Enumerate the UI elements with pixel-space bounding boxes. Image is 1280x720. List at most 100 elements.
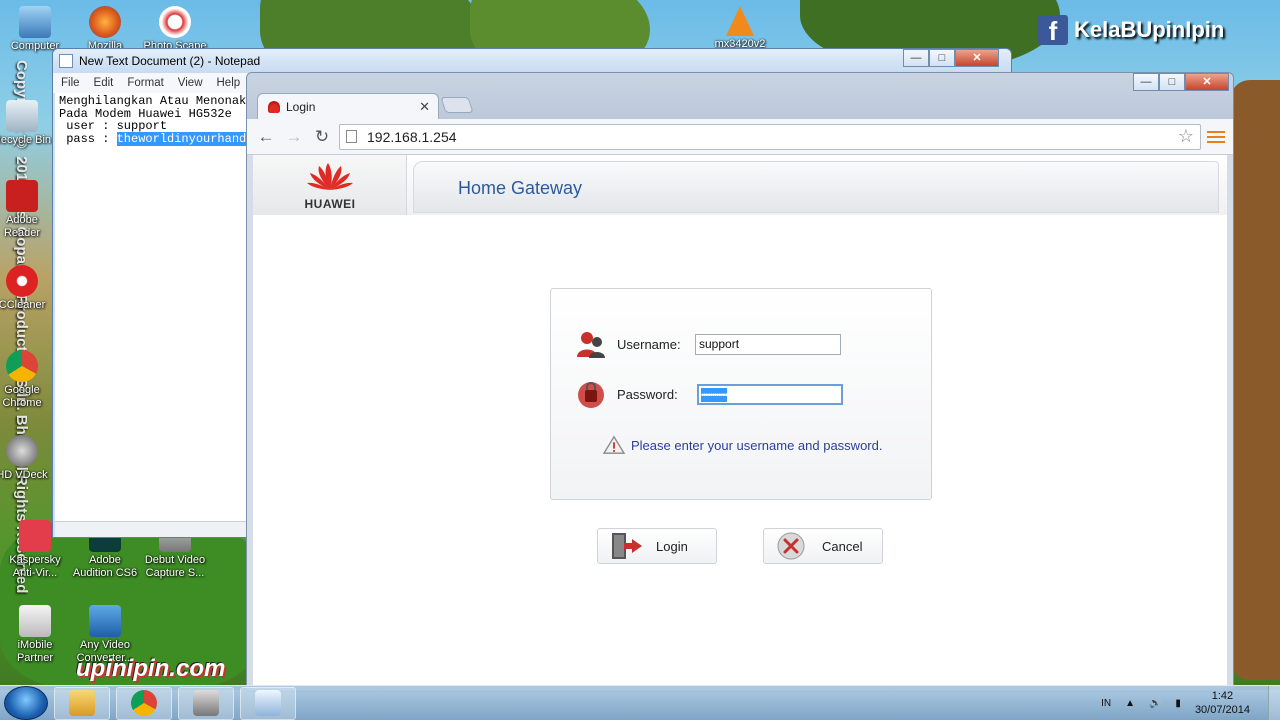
language-indicator[interactable]: IN (1101, 698, 1111, 709)
desktop-icon-label: Recycle Bin (0, 134, 52, 146)
username-label: Username: (617, 336, 681, 352)
clock-time: 1:42 (1211, 690, 1234, 702)
menu-help[interactable]: Help (217, 77, 241, 89)
tray-expand-icon[interactable]: ▲ (1125, 698, 1135, 709)
password-label: Password: (617, 386, 678, 402)
address-url: 192.168.1.254 (367, 128, 457, 145)
validation-message: Please enter your username and password. (601, 435, 882, 455)
notepad-icon (59, 54, 73, 68)
clock[interactable]: 1:42 30/07/2014 (1195, 689, 1250, 717)
router-login-page: HUAWEI Home Gateway Username: support Pa… (253, 155, 1227, 691)
menu-format[interactable]: Format (127, 77, 163, 89)
kaspersky-icon (19, 520, 51, 552)
upinipin-watermark: upinipin.com (76, 655, 226, 682)
login-panel: Username: support Password: •••••••••••• (550, 288, 932, 500)
reload-icon[interactable]: ↻ (311, 126, 333, 148)
maximize-button[interactable]: □ (929, 49, 955, 67)
notepad-titlebar[interactable]: New Text Document (2) - Notepad (53, 49, 1011, 73)
start-button[interactable] (4, 686, 48, 720)
mobile-partner-icon (19, 605, 51, 637)
desktop-icon-ccleaner[interactable]: CCleaner (0, 265, 52, 312)
login-button-label: Login (656, 538, 688, 554)
gateway-title-bar: Home Gateway (413, 161, 1219, 213)
tab-login[interactable]: Login ✕ (257, 93, 439, 119)
browser-window[interactable]: Login ✕ — □ ✕ ← → ↻ 192.168.1.254 ☆ HUAW… (246, 72, 1234, 692)
browser-tabstrip: Login ✕ — □ ✕ (247, 73, 1233, 119)
door-enter-icon (612, 533, 642, 559)
browser-toolbar: ← → ↻ 192.168.1.254 ☆ (247, 119, 1233, 155)
system-tray: IN ▲ 🔊 ▮ 1:42 30/07/2014 (1101, 689, 1268, 717)
ccleaner-icon (6, 265, 38, 297)
desktop-icon-vlc[interactable]: mx3420v2 (705, 6, 775, 51)
login-button[interactable]: Login (597, 528, 717, 564)
cancel-x-icon (777, 532, 805, 560)
huawei-favicon-icon (268, 100, 280, 113)
notepad-icon (255, 690, 281, 716)
maximize-button[interactable]: □ (1159, 73, 1185, 91)
browser-menu-icon[interactable] (1207, 126, 1225, 148)
menu-view[interactable]: View (178, 77, 203, 89)
clock-date: 30/07/2014 (1194, 704, 1250, 716)
new-tab-button[interactable] (440, 97, 474, 113)
folder-icon (69, 690, 95, 716)
taskbar: IN ▲ 🔊 ▮ 1:42 30/07/2014 (0, 685, 1280, 720)
background-trunk (1230, 80, 1280, 680)
firefox-icon (89, 6, 121, 38)
close-button[interactable]: ✕ (955, 49, 999, 67)
network-signal-icon[interactable]: ▮ (1175, 698, 1181, 709)
photoscape-icon (159, 6, 191, 38)
volume-icon[interactable]: 🔊 (1149, 698, 1161, 709)
chrome-icon (6, 350, 38, 382)
desktop-icon-recycle-bin[interactable]: Recycle Bin (0, 100, 52, 147)
recycle-bin-icon (6, 100, 38, 132)
tab-title: Login (286, 99, 316, 114)
cancel-button[interactable]: Cancel (763, 528, 883, 564)
minimize-button[interactable]: — (1133, 73, 1159, 91)
password-input[interactable]: •••••••••••• (697, 383, 843, 405)
menu-file[interactable]: File (61, 77, 80, 89)
menu-edit[interactable]: Edit (94, 77, 114, 89)
hd-vdeck-icon (6, 435, 38, 467)
browser-window-controls: — □ ✕ (1133, 73, 1229, 91)
facebook-icon: f (1038, 15, 1068, 46)
desktop-icon-label: HD VDeck (0, 469, 48, 481)
page-icon (346, 130, 357, 143)
minimize-button[interactable]: — (903, 49, 929, 67)
desktop-icon-photoscape[interactable]: Photo Scape (140, 6, 210, 53)
cancel-button-label: Cancel (822, 538, 863, 554)
taskbar-chrome[interactable] (116, 686, 172, 720)
desktop-icon-computer[interactable]: Computer (0, 6, 70, 53)
computer-icon (19, 6, 51, 38)
desktop-icon-label: Adobe Reader (3, 214, 41, 239)
validation-text: Please enter your username and password. (631, 437, 883, 453)
desktop-icon-label: iMobile Partner (16, 639, 54, 664)
show-desktop-button[interactable] (1268, 686, 1280, 720)
desktop-icon-mobile-partner[interactable]: iMobile Partner (0, 605, 70, 665)
taskbar-explorer[interactable] (54, 686, 110, 720)
desktop-icon-label: CCleaner (0, 299, 46, 311)
huawei-logo: HUAWEI (253, 155, 407, 215)
desktop-icon-chrome[interactable]: Google Chrome (0, 350, 52, 410)
desktop-icon-label: Google Chrome (2, 384, 42, 409)
notepad-title: New Text Document (2) - Notepad (79, 54, 261, 68)
warning-icon (602, 435, 626, 454)
desktop-icon-adobe-reader[interactable]: Adobe Reader (0, 180, 52, 240)
facebook-page-name: KelaBUpinIpin (1074, 17, 1225, 42)
selected-password-text: theworldinyourhand (116, 131, 247, 146)
adobe-reader-icon (6, 180, 38, 212)
bookmark-star-icon[interactable]: ☆ (1178, 126, 1194, 147)
back-arrow-icon[interactable]: ← (255, 126, 277, 148)
notepad-window-controls: — □ ✕ (903, 49, 999, 67)
desktop-icon-hd-vdeck[interactable]: HD VDeck (0, 435, 52, 482)
text-line-prefix: pass : (59, 131, 117, 146)
close-button[interactable]: ✕ (1185, 73, 1229, 91)
lock-icon (578, 382, 604, 408)
tab-close-icon[interactable]: ✕ (419, 99, 430, 115)
recorder-icon (193, 690, 219, 716)
chrome-icon (131, 690, 157, 716)
taskbar-screen-recorder[interactable] (178, 686, 234, 720)
taskbar-notepad[interactable] (240, 686, 296, 720)
forward-arrow-icon[interactable]: → (283, 126, 305, 148)
username-input[interactable]: support (695, 333, 841, 355)
address-bar[interactable]: 192.168.1.254 ☆ (339, 123, 1201, 150)
